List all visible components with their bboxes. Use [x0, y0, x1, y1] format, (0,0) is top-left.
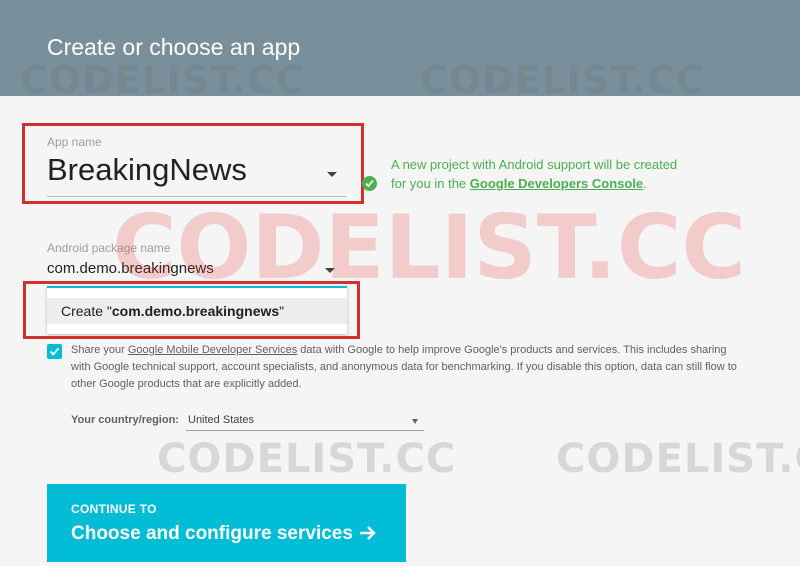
- country-select[interactable]: United States: [188, 414, 254, 426]
- page-title: Create or choose an app: [47, 34, 301, 60]
- checkmark-icon: [49, 347, 60, 356]
- check-circle-icon: [362, 176, 377, 191]
- continue-label-main: Choose and configure services: [71, 523, 353, 544]
- developers-console-link[interactable]: Google Developers Console: [470, 176, 643, 191]
- country-label: Your country/region:: [71, 414, 179, 426]
- continue-button[interactable]: CONTINUE TO Choose and configure service…: [47, 484, 406, 562]
- highlight-box-app-name: [22, 123, 364, 204]
- arrow-right-icon: [360, 526, 376, 540]
- watermark-text: CODELIST.CC: [556, 436, 800, 482]
- share-data-description: Share your Google Mobile Developer Servi…: [71, 342, 743, 393]
- share-data-checkbox[interactable]: [47, 344, 62, 359]
- continue-label-small: CONTINUE TO: [71, 502, 157, 516]
- country-dropdown-icon[interactable]: [412, 419, 418, 424]
- watermark-text: CODELIST.CC: [20, 58, 305, 102]
- info-text-end: .: [643, 176, 647, 191]
- info-message: A new project with Android support will …: [391, 155, 681, 193]
- country-underline: [186, 430, 424, 431]
- mobile-developer-services-link[interactable]: Google Mobile Developer Services: [128, 344, 297, 356]
- share-text-start: Share your: [71, 344, 128, 356]
- watermark-text: CODELIST.CC: [420, 58, 705, 102]
- watermark-text: CODELIST.CC: [157, 436, 457, 482]
- watermark-large-text: CODELIST.CC: [112, 196, 747, 299]
